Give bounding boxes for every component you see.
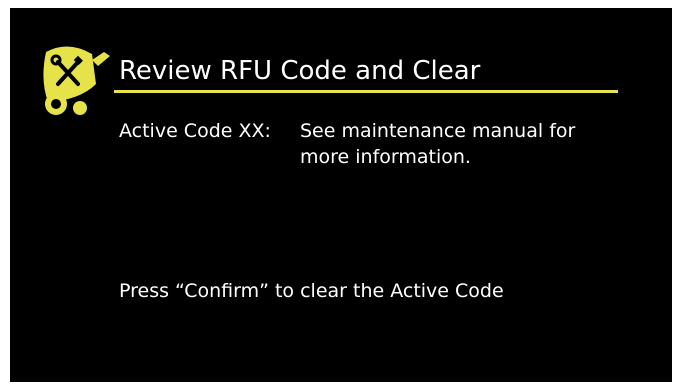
display-screen: Review RFU Code and Clear Active Code XX… <box>10 8 672 382</box>
confirm-prompt: Press “Confirm” to clear the Active Code <box>119 280 504 302</box>
active-code-label: Active Code XX: <box>119 120 271 142</box>
title-divider <box>114 90 618 93</box>
active-code-description: See maintenance manual for more informat… <box>300 120 576 168</box>
page-title: Review RFU Code and Clear <box>119 56 481 86</box>
maintenance-robot-icon <box>43 46 110 115</box>
